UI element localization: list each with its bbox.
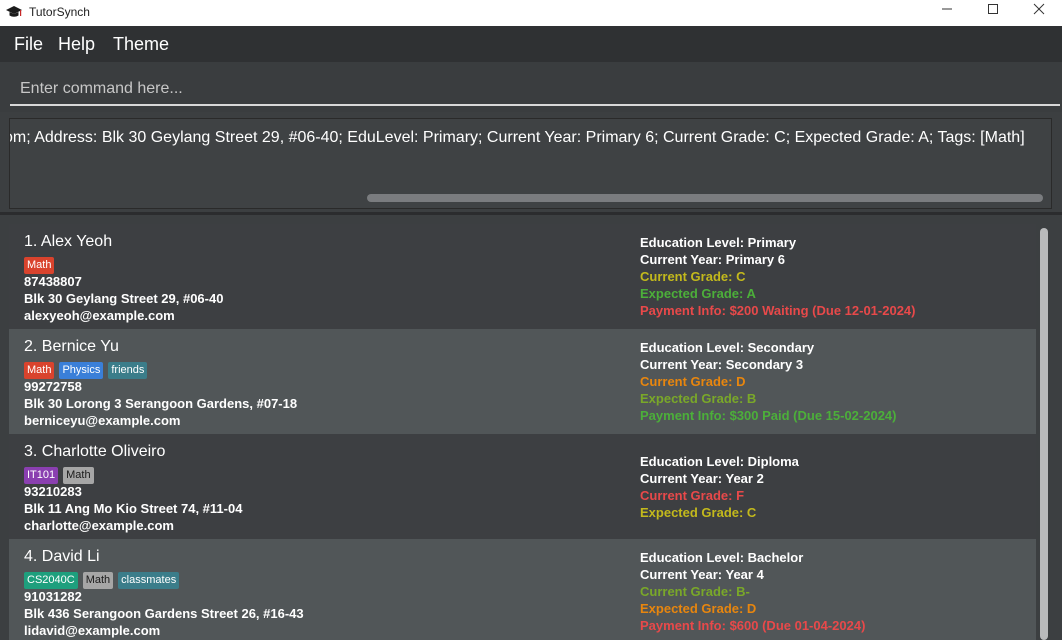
expected-grade: Expected Grade: C [640, 505, 757, 520]
person-name: 3. Charlotte Oliveiro [24, 443, 166, 460]
address: Blk 30 Geylang Street 29, #06-40 [24, 291, 224, 306]
education-level: Education Level: Primary [640, 235, 797, 250]
email: berniceyu@example.com [24, 413, 181, 428]
current-year: Current Year: Secondary 3 [640, 357, 804, 372]
education-level: Education Level: Secondary [640, 340, 815, 355]
tag: Math [24, 257, 55, 274]
tag: IT101 [24, 467, 59, 484]
education-level: Education Level: Diploma [640, 454, 799, 469]
email: lidavid@example.com [24, 623, 161, 638]
expected-grade: Expected Grade: A [640, 286, 756, 301]
person-name: 4. David Li [24, 548, 100, 565]
minimize-icon [942, 8, 952, 10]
result-text: com; Address: Blk 30 Geylang Street 29, … [9, 129, 1025, 146]
minimize-button[interactable] [924, 0, 970, 24]
person-card[interactable]: 2. Bernice Yu Math Physics friends 9927275… [9, 329, 1036, 434]
window-title: TutorSynch [29, 5, 90, 19]
payment-info: Payment Info: $200 Waiting (Due 12-01-20… [640, 303, 916, 318]
phone: 93210283 [24, 484, 82, 499]
command-input[interactable] [10, 74, 1060, 106]
email: charlotte@example.com [24, 518, 174, 533]
person-name: 2. Bernice Yu [24, 338, 119, 355]
tag: Physics [59, 362, 104, 379]
tag: Math [63, 467, 94, 484]
tag-list: IT101 Math [24, 465, 99, 484]
education-level: Education Level: Bachelor [640, 550, 804, 565]
menu-file[interactable]: File [14, 34, 43, 55]
expected-grade: Expected Grade: B [640, 391, 757, 406]
address: Blk 30 Lorong 3 Serangoon Gardens, #07-1… [24, 396, 298, 411]
payment-info: Payment Info: $300 Paid (Due 15-02-2024) [640, 408, 897, 423]
tag-list: Math Physics friends [24, 360, 152, 379]
vertical-scrollbar[interactable] [1040, 228, 1048, 640]
tag-list: Math [24, 255, 59, 274]
tag: classmates [118, 572, 180, 589]
tag-list: CS2040C Math classmates [24, 570, 184, 589]
close-icon [1033, 3, 1045, 15]
menu-theme[interactable]: Theme [113, 34, 169, 55]
command-box [0, 62, 1062, 112]
tag: Math [24, 362, 55, 379]
current-grade: Current Grade: D [640, 374, 746, 389]
tag: friends [108, 362, 148, 379]
tag: Math [82, 572, 114, 589]
result-display: com; Address: Blk 30 Geylang Street 29, … [9, 118, 1052, 209]
person-name: 1. Alex Yeoh [24, 233, 113, 250]
maximize-icon [988, 4, 998, 14]
scrollbar-thumb[interactable] [1040, 228, 1048, 640]
divider [0, 212, 1062, 215]
maximize-button[interactable] [970, 0, 1016, 24]
address: Blk 11 Ang Mo Kio Street 74, #11-04 [24, 501, 243, 516]
close-button[interactable] [1016, 0, 1062, 24]
person-card[interactable]: 3. Charlotte Oliveiro IT101 Math 93210283… [9, 434, 1036, 539]
current-grade: Current Grade: B- [640, 584, 750, 599]
person-card[interactable]: 1. Alex Yeoh Math 87438807 Blk 30 Geylan… [9, 224, 1036, 329]
current-year: Current Year: Primary 6 [640, 252, 785, 267]
phone: 91031282 [24, 589, 82, 604]
graduation-cap-icon [6, 6, 22, 17]
current-grade: Current Grade: C [640, 269, 746, 284]
current-year: Current Year: Year 2 [640, 471, 764, 486]
phone: 87438807 [24, 274, 82, 289]
current-year: Current Year: Year 4 [640, 567, 764, 582]
title-bar: TutorSynch [0, 0, 1062, 26]
address: Blk 436 Serangoon Gardens Street 26, #16… [24, 606, 304, 621]
menu-help[interactable]: Help [58, 34, 95, 55]
horizontal-scrollbar[interactable] [367, 194, 1043, 202]
phone: 99272758 [24, 379, 82, 394]
person-list: 1. Alex Yeoh Math 87438807 Blk 30 Geylan… [9, 224, 1036, 640]
email: alexyeoh@example.com [24, 308, 175, 323]
tag: CS2040C [24, 572, 78, 589]
menu-bar: File Help Theme [0, 26, 1062, 63]
expected-grade: Expected Grade: D [640, 601, 757, 616]
person-card[interactable]: 4. David Li CS2040C Math classmates 910312… [9, 539, 1036, 640]
current-grade: Current Grade: F [640, 488, 745, 503]
payment-info: Payment Info: $600 (Due 01-04-2024) [640, 618, 866, 633]
